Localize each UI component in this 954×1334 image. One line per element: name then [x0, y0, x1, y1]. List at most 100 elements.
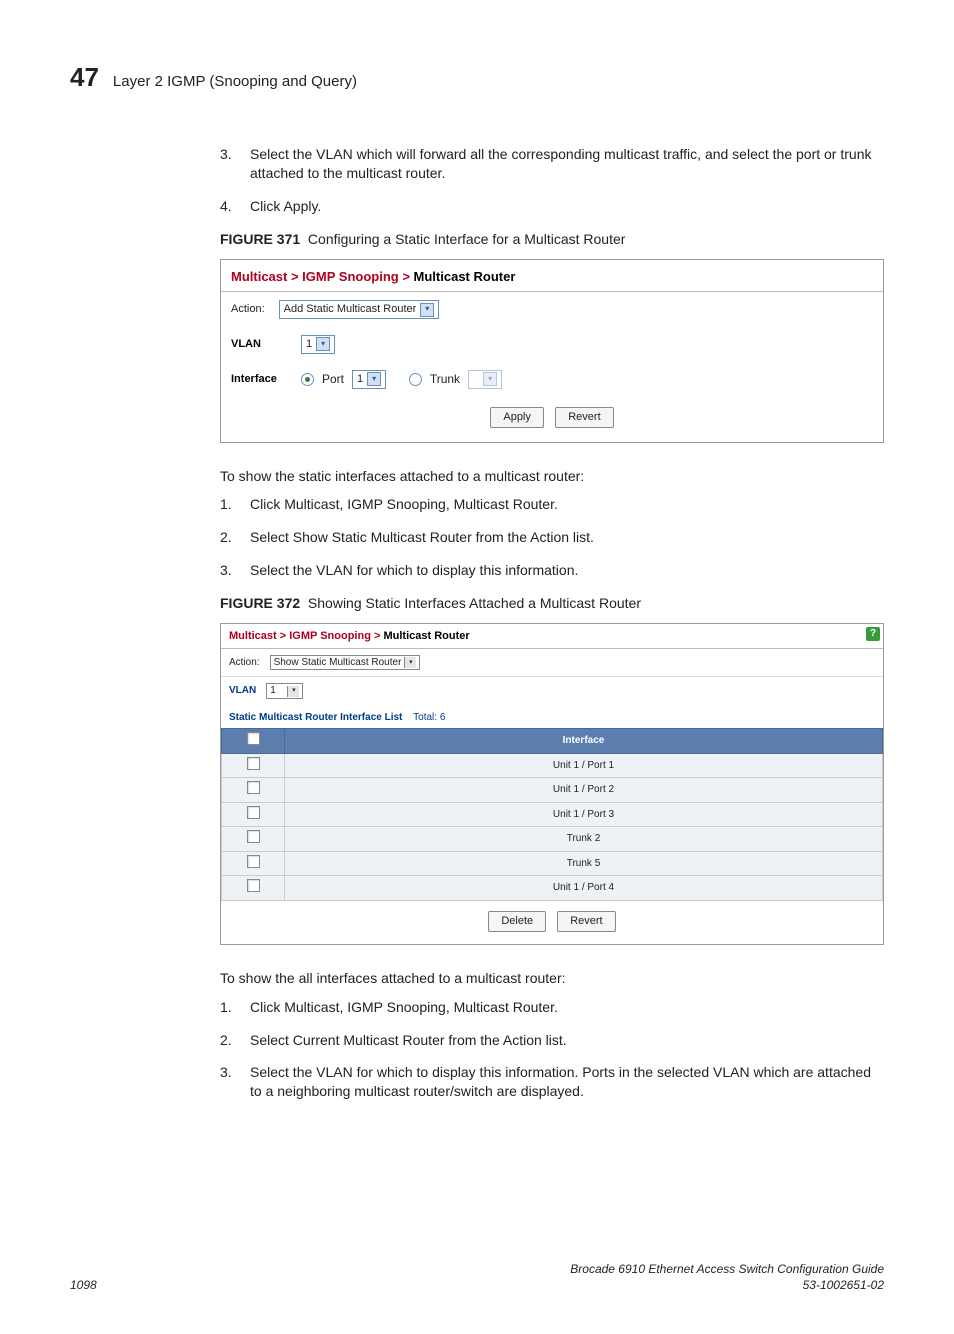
- vlan-select[interactable]: 1 ▾: [301, 335, 335, 354]
- step-item: 2. Select Show Static Multicast Router f…: [220, 528, 884, 547]
- action-label: Action:: [229, 656, 260, 670]
- revert-button[interactable]: Revert: [555, 407, 613, 428]
- step-text: Click Apply.: [250, 197, 884, 216]
- row-checkbox[interactable]: [247, 830, 260, 843]
- interface-cell: Trunk 2: [285, 827, 883, 852]
- step-number: 3.: [220, 561, 240, 580]
- step-number: 1.: [220, 495, 240, 514]
- row-checkbox-cell: [222, 802, 285, 827]
- breadcrumb: Multicast > IGMP Snooping > Multicast Ro…: [221, 260, 883, 293]
- chevron-down-icon: ▾: [367, 372, 381, 386]
- row-checkbox-cell: [222, 753, 285, 778]
- interface-table: Interface Unit 1 / Port 1Unit 1 / Port 2…: [221, 728, 883, 901]
- step-number: 3.: [220, 145, 240, 183]
- row-checkbox[interactable]: [247, 879, 260, 892]
- row-checkbox[interactable]: [247, 855, 260, 868]
- row-checkbox-cell: [222, 778, 285, 803]
- chevron-down-icon: ▾: [316, 337, 330, 351]
- breadcrumb: Multicast > IGMP Snooping > Multicast Ro…: [221, 624, 883, 649]
- figure-caption: FIGURE 371 Configuring a Static Interfac…: [220, 230, 884, 249]
- step-number: 2.: [220, 528, 240, 547]
- figure-caption-text: Showing Static Interfaces Attached a Mul…: [308, 595, 641, 611]
- figure-label: FIGURE 371: [220, 231, 300, 247]
- page-number: 1098: [70, 1277, 97, 1293]
- action-label: Action:: [231, 302, 265, 317]
- port-radio[interactable]: [301, 373, 314, 386]
- delete-button[interactable]: Delete: [488, 911, 546, 932]
- breadcrumb-c: Multicast Router: [414, 269, 516, 284]
- vlan-label: VLAN: [229, 684, 256, 698]
- footer-docnum: 53-1002651-02: [570, 1277, 884, 1293]
- interface-column-header: Interface: [285, 729, 883, 754]
- step-text: Select the VLAN for which to display thi…: [250, 561, 884, 580]
- step-text: Click Multicast, IGMP Snooping, Multicas…: [250, 998, 884, 1017]
- figure-caption: FIGURE 372 Showing Static Interfaces Att…: [220, 594, 884, 613]
- vlan-select[interactable]: 1 ▾: [266, 683, 303, 699]
- table-row: Unit 1 / Port 4: [222, 876, 883, 901]
- interface-cell: Unit 1 / Port 4: [285, 876, 883, 901]
- step-item: 3. Select the VLAN for which to display …: [220, 561, 884, 580]
- trunk-label: Trunk: [430, 371, 460, 387]
- step-item: 3. Select the VLAN for which to display …: [220, 1063, 884, 1101]
- interface-label: Interface: [231, 372, 287, 387]
- row-checkbox[interactable]: [247, 806, 260, 819]
- table-row: Unit 1 / Port 1: [222, 753, 883, 778]
- step-item: 3. Select the VLAN which will forward al…: [220, 145, 884, 183]
- figure-caption-text: Configuring a Static Interface for a Mul…: [308, 231, 625, 247]
- trunk-radio[interactable]: [409, 373, 422, 386]
- step-text: Select Show Static Multicast Router from…: [250, 528, 884, 547]
- chevron-down-icon: ▾: [420, 303, 434, 317]
- table-row: Trunk 2: [222, 827, 883, 852]
- row-checkbox[interactable]: [247, 781, 260, 794]
- breadcrumb-b: IGMP Snooping: [289, 630, 371, 642]
- step-text: Select the VLAN which will forward all t…: [250, 145, 884, 183]
- chapter-title: Layer 2 IGMP (Snooping and Query): [113, 72, 357, 92]
- breadcrumb-a: Multicast: [229, 630, 277, 642]
- chevron-down-icon: ▾: [287, 686, 299, 697]
- breadcrumb-a: Multicast: [231, 269, 287, 284]
- row-checkbox-cell: [222, 851, 285, 876]
- row-checkbox[interactable]: [247, 757, 260, 770]
- action-value: Add Static Multicast Router: [284, 302, 417, 317]
- list-title: Static Multicast Router Interface List T…: [221, 705, 883, 729]
- step-number: 4.: [220, 197, 240, 216]
- paragraph: To show the all interfaces attached to a…: [220, 969, 884, 988]
- action-select[interactable]: Add Static Multicast Router ▾: [279, 300, 440, 319]
- table-row: Unit 1 / Port 3: [222, 802, 883, 827]
- port-label: Port: [322, 371, 344, 387]
- figure-label: FIGURE 372: [220, 595, 300, 611]
- port-select[interactable]: 1 ▾: [352, 370, 386, 389]
- action-select[interactable]: Show Static Multicast Router ▾: [270, 655, 421, 671]
- chevron-down-icon: ▾: [483, 372, 497, 386]
- row-checkbox-cell: [222, 827, 285, 852]
- row-checkbox-cell: [222, 876, 285, 901]
- table-row: Trunk 5: [222, 851, 883, 876]
- select-all-checkbox[interactable]: [247, 732, 260, 745]
- interface-cell: Unit 1 / Port 1: [285, 753, 883, 778]
- vlan-value: 1: [306, 337, 312, 352]
- interface-cell: Trunk 5: [285, 851, 883, 876]
- select-all-header: [222, 729, 285, 754]
- vlan-label: VLAN: [231, 337, 287, 352]
- step-item: 1. Click Multicast, IGMP Snooping, Multi…: [220, 998, 884, 1017]
- paragraph: To show the static interfaces attached t…: [220, 467, 884, 486]
- chevron-down-icon: ▾: [404, 657, 416, 668]
- page-header: 47 Layer 2 IGMP (Snooping and Query): [70, 60, 884, 95]
- page-footer: 1098 Brocade 6910 Ethernet Access Switch…: [70, 1261, 884, 1293]
- list-title-text: Static Multicast Router Interface List: [229, 712, 402, 723]
- port-value: 1: [357, 372, 363, 387]
- interface-cell: Unit 1 / Port 3: [285, 802, 883, 827]
- total-value: 6: [440, 712, 446, 723]
- breadcrumb-b: IGMP Snooping: [302, 269, 399, 284]
- revert-button[interactable]: Revert: [557, 911, 615, 932]
- help-icon[interactable]: ?: [866, 627, 880, 641]
- trunk-select[interactable]: ▾: [468, 370, 502, 389]
- step-number: 1.: [220, 998, 240, 1017]
- figure372-panel: ? Multicast > IGMP Snooping > Multicast …: [220, 623, 884, 945]
- apply-button[interactable]: Apply: [490, 407, 544, 428]
- breadcrumb-c: Multicast Router: [383, 630, 469, 642]
- step-number: 2.: [220, 1031, 240, 1050]
- chapter-number: 47: [70, 60, 99, 95]
- step-item: 2. Select Current Multicast Router from …: [220, 1031, 884, 1050]
- step-item: 4. Click Apply.: [220, 197, 884, 216]
